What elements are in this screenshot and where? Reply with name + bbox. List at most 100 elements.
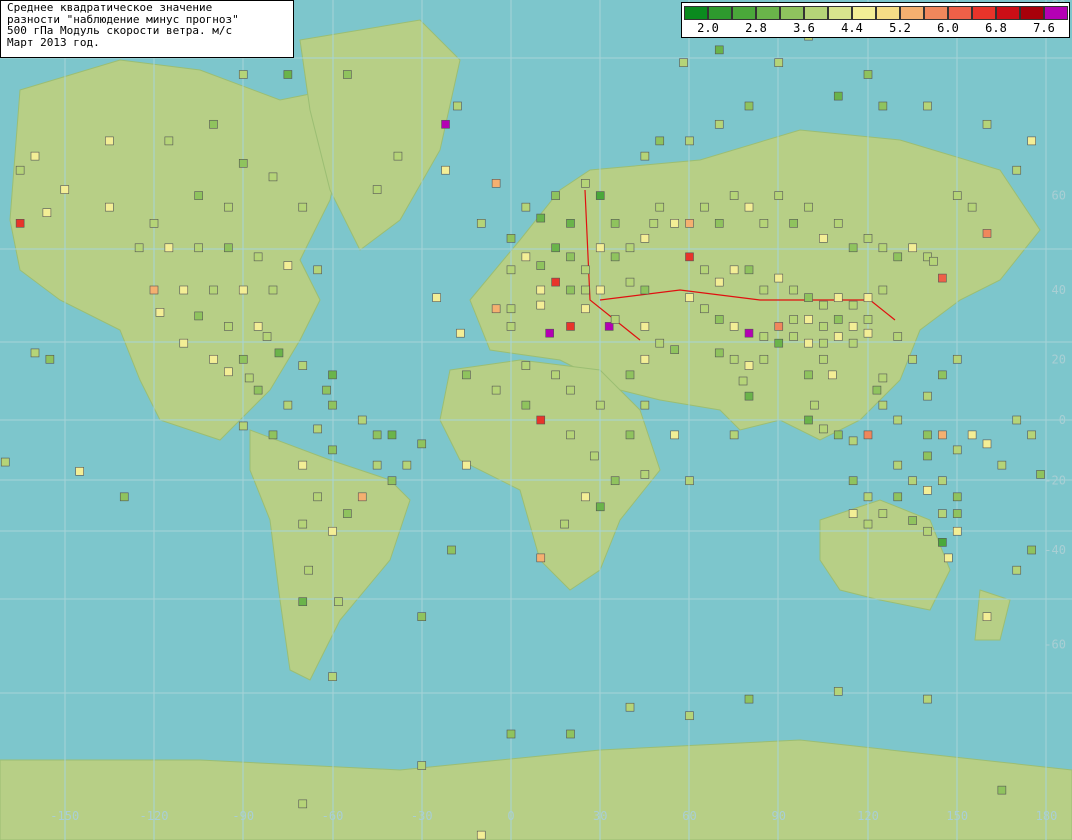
station-marker <box>1036 470 1045 479</box>
station-marker <box>744 391 754 401</box>
longitude-label: 90 <box>772 809 786 823</box>
station-marker <box>521 202 531 212</box>
station-marker <box>595 285 605 295</box>
longitude-label: 120 <box>857 809 879 823</box>
station-marker <box>164 136 174 146</box>
station-marker <box>967 430 977 440</box>
station-marker <box>938 273 947 283</box>
station-marker <box>610 476 620 486</box>
station-marker <box>655 136 665 146</box>
longitude-label: 0 <box>507 809 514 823</box>
station-marker <box>848 322 858 331</box>
station-marker <box>714 277 724 287</box>
station-marker <box>1027 136 1036 146</box>
title-line-4: Март 2013 год. <box>7 35 100 49</box>
legend-label: 2.8 <box>745 21 767 35</box>
longitude-label: -30 <box>411 809 433 823</box>
legend-swatch <box>924 6 948 20</box>
station-marker <box>268 172 278 182</box>
station-marker <box>357 415 367 425</box>
station-marker <box>387 430 397 440</box>
station-marker <box>685 711 694 721</box>
station-marker <box>610 315 620 324</box>
station-marker <box>819 424 828 434</box>
station-marker <box>729 265 739 275</box>
station-marker <box>536 285 546 295</box>
station-marker <box>863 234 873 243</box>
world-map: -150-120-90-60-300306090120150180 806040… <box>0 0 1072 840</box>
station-marker <box>774 338 784 348</box>
station-marker <box>521 400 531 410</box>
legend-swatch <box>900 6 924 20</box>
station-marker <box>313 265 322 275</box>
station-marker <box>595 502 605 512</box>
station-marker <box>938 509 947 518</box>
station-marker <box>75 467 84 476</box>
station-marker <box>804 370 813 380</box>
station-marker <box>283 70 293 79</box>
station-marker <box>833 687 843 696</box>
station-marker <box>640 322 650 331</box>
station-marker <box>878 285 888 295</box>
station-marker <box>238 159 248 168</box>
station-marker <box>700 265 709 275</box>
station-marker <box>491 304 501 314</box>
station-marker <box>1012 165 1022 175</box>
longitude-label: 150 <box>946 809 968 823</box>
station-marker <box>164 243 174 253</box>
latitude-label: 20 <box>1052 352 1066 366</box>
station-marker <box>789 315 798 324</box>
station-marker <box>441 119 450 129</box>
station-marker <box>625 430 635 440</box>
station-marker <box>238 70 248 79</box>
station-marker <box>506 322 516 331</box>
station-marker <box>283 261 293 270</box>
station-marker <box>863 492 873 502</box>
station-marker <box>328 370 337 380</box>
station-marker <box>655 338 665 348</box>
legend-swatch <box>684 6 708 20</box>
color-legend: 2.0 2.8 3.6 4.4 5.2 6.0 6.8 7.6 <box>681 2 1070 38</box>
legend-swatch <box>708 6 732 20</box>
title-line-1: Среднее квадратическое значение <box>7 1 213 14</box>
station-marker <box>923 526 932 536</box>
station-marker <box>878 101 888 111</box>
station-marker <box>393 151 403 161</box>
station-marker <box>298 361 308 370</box>
station-marker <box>982 119 992 129</box>
station-marker <box>491 179 501 188</box>
station-marker <box>819 354 828 364</box>
station-marker <box>952 526 962 536</box>
station-marker <box>997 460 1007 470</box>
station-marker <box>729 191 739 200</box>
legend-swatch <box>972 6 996 20</box>
station-marker <box>60 185 70 194</box>
longitude-label: 60 <box>682 809 696 823</box>
station-marker <box>893 415 903 425</box>
station-marker <box>1012 565 1022 575</box>
station-marker <box>119 492 129 502</box>
station-marker <box>304 565 314 575</box>
station-marker <box>938 538 947 547</box>
station-marker <box>343 509 352 518</box>
station-marker <box>372 460 382 470</box>
station-marker <box>238 285 248 295</box>
station-marker <box>194 243 203 253</box>
station-marker <box>224 243 233 253</box>
station-marker <box>774 191 784 200</box>
longitude-label: -60 <box>322 809 344 823</box>
station-marker <box>863 70 873 79</box>
station-marker <box>744 202 754 212</box>
station-marker <box>759 285 769 295</box>
station-marker <box>923 391 932 401</box>
station-marker <box>833 293 843 302</box>
station-marker <box>685 219 694 228</box>
station-marker <box>685 476 694 486</box>
station-marker <box>804 338 813 348</box>
station-marker <box>313 424 322 434</box>
station-marker <box>819 300 828 310</box>
legend-label: 3.6 <box>793 21 815 35</box>
station-marker <box>848 476 858 486</box>
longitude-label: -120 <box>140 809 169 823</box>
latitude-label: 40 <box>1052 283 1066 297</box>
